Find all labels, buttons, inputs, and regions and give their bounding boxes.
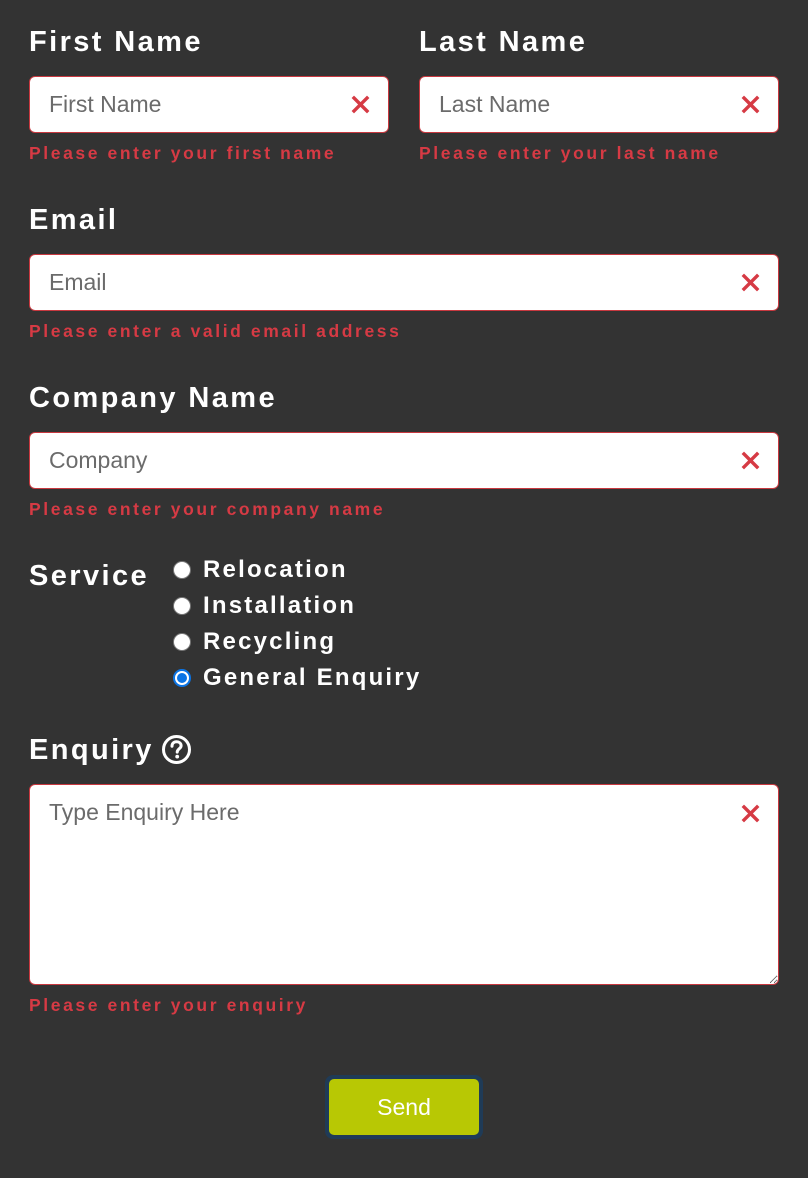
service-option-general-enquiry[interactable]: General Enquiry	[172, 664, 421, 692]
service-option-recycling[interactable]: Recycling	[172, 628, 336, 656]
company-input[interactable]	[30, 433, 778, 488]
first-name-input[interactable]	[30, 77, 388, 132]
company-field[interactable]	[29, 432, 779, 489]
radio-button[interactable]	[173, 597, 191, 615]
close-icon[interactable]	[741, 804, 760, 823]
last-name-label: Last Name	[419, 26, 588, 58]
enquiry-label: Enquiry	[29, 734, 154, 766]
email-error: Please enter a valid email address	[29, 321, 402, 341]
last-name-input[interactable]	[420, 77, 778, 132]
radio-label: Installation	[203, 592, 357, 619]
radio-button[interactable]	[173, 633, 191, 651]
enquiry-textarea[interactable]	[30, 785, 778, 984]
first-name-label: First Name	[29, 26, 203, 58]
company-name-label: Company Name	[29, 382, 277, 414]
enquiry-field[interactable]	[29, 784, 779, 985]
radio-label: Recycling	[203, 628, 337, 655]
close-icon[interactable]	[741, 273, 760, 292]
email-field[interactable]	[29, 254, 779, 311]
send-button[interactable]: Send	[329, 1079, 479, 1135]
last-name-field[interactable]	[419, 76, 779, 133]
radio-label: General Enquiry	[203, 664, 422, 691]
first-name-error: Please enter your first name	[29, 143, 337, 163]
service-option-installation[interactable]: Installation	[172, 592, 356, 620]
email-input[interactable]	[30, 255, 778, 310]
email-label: Email	[29, 204, 119, 236]
close-icon[interactable]	[741, 451, 760, 470]
service-option-relocation[interactable]: Relocation	[172, 556, 348, 584]
send-button-wrapper: Send	[325, 1075, 483, 1139]
radio-button[interactable]	[173, 561, 191, 579]
radio-label: Relocation	[203, 556, 348, 583]
last-name-error: Please enter your last name	[419, 143, 721, 163]
service-label: Service	[29, 560, 149, 592]
radio-button-selected[interactable]	[173, 669, 191, 687]
enquiry-error: Please enter your enquiry	[29, 995, 308, 1015]
first-name-field[interactable]	[29, 76, 389, 133]
question-circle-icon[interactable]	[161, 734, 192, 765]
close-icon[interactable]	[741, 95, 760, 114]
company-error: Please enter your company name	[29, 499, 386, 519]
close-icon[interactable]	[351, 95, 370, 114]
